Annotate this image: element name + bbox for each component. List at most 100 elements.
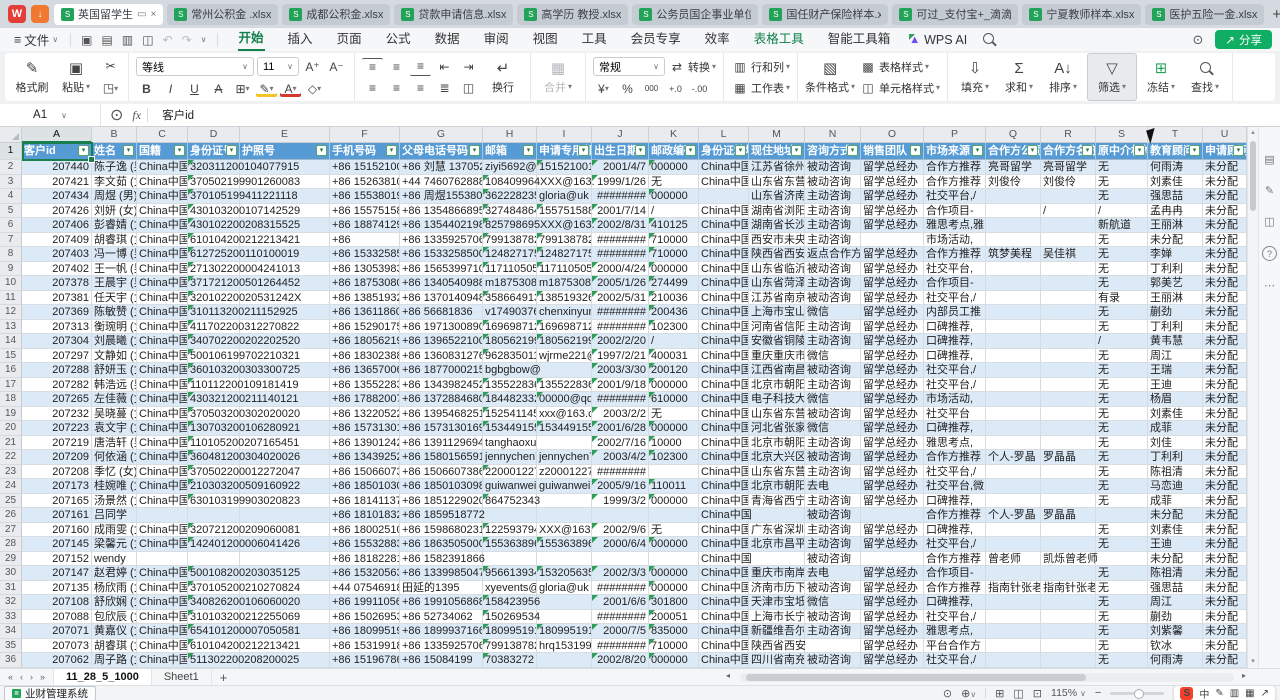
cell-P22[interactable]: 合作方推荐 [924,450,986,465]
document-tab-3[interactable]: S成都公积金.xlsx [282,4,390,25]
cell-O30[interactable]: 留学总经办 [861,566,924,581]
cell-N20[interactable]: 微信 [805,421,861,436]
align-center-icon[interactable]: ≡ [386,80,407,97]
cell-U4[interactable]: 未分配 [1203,189,1247,204]
ribbon-tab-公式[interactable]: 公式 [385,29,412,50]
cell-D9[interactable]: 271302200004241013 [188,262,240,277]
first-sheet-icon[interactable]: « [8,672,13,682]
cell-Q33[interactable] [986,610,1041,625]
cell-H15[interactable]: 962835011 [483,349,537,364]
cell-K26[interactable] [649,508,699,523]
cell-D12[interactable]: 310113200211152925 [188,305,240,320]
cell-R24[interactable] [1041,479,1096,494]
cell-C30[interactable]: China中国 [137,566,188,581]
column-header-I[interactable]: I [537,127,592,143]
next-sheet-icon[interactable]: › [30,672,33,682]
cell-F30[interactable]: +86 15320563 [330,566,400,581]
cell-S23[interactable]: 无 [1096,465,1148,480]
cell-H32[interactable]: 158423956 [483,595,537,610]
cell-K2[interactable]: 000000 [649,160,699,175]
cell-B35[interactable]: 胡睿琪 (女 [92,639,137,654]
cell-T10[interactable]: 郭美艺 [1148,276,1203,291]
ribbon-tab-数据[interactable]: 数据 [434,29,461,50]
cell-K15[interactable]: 400031 [649,349,699,364]
cell-D18[interactable]: 430321200211140121 [188,392,240,407]
document-tab-6[interactable]: S公务员国企事业单位 [632,4,758,25]
cell-T35[interactable]: 钦冰 [1148,639,1203,654]
cell-F21[interactable]: +86 13901242 [330,436,400,451]
cell-K32[interactable]: 301800 [649,595,699,610]
cell-N28[interactable]: 主动咨询 [805,537,861,552]
cell-R2[interactable]: 亮哥留学 [1041,160,1096,175]
cell-J2[interactable]: 2001/4/7 [592,160,649,175]
cell-P19[interactable]: 社交平台 [924,407,986,422]
cell-P18[interactable]: 市场活动, [924,392,986,407]
cell-M6[interactable]: 湖南省长沙 [749,218,805,233]
cell-P35[interactable]: 平台合作方 [924,639,986,654]
cell-O27[interactable]: 留学总经办 [861,523,924,538]
cell-C10[interactable]: China中国 [137,276,188,291]
wps-logo-icon[interactable]: W [8,5,26,23]
filter-dropdown-icon[interactable]: ▾ [1134,145,1145,156]
cell-F31[interactable]: +44 07546918 [330,581,400,596]
cell-N32[interactable]: 微信 [805,595,861,610]
row-header-18[interactable]: 18 [0,392,22,407]
horizontal-scroll-thumb[interactable] [746,674,1086,681]
cell-L25[interactable]: China中国 [699,494,749,509]
cell-F16[interactable]: +86 13657006 [330,363,400,378]
name-box[interactable]: A1∨ [0,104,101,126]
header-cell-I1[interactable]: 申请专用邮箱▾ [537,143,592,160]
cell-P30[interactable]: 合作项目- [924,566,986,581]
cell-P20[interactable]: 口碑推荐, [924,421,986,436]
cell-S34[interactable]: 无 [1096,624,1148,639]
close-tab-icon[interactable]: × [150,9,156,20]
share-button[interactable]: ↗ 分享 [1215,30,1272,49]
cell-I33[interactable] [537,610,592,625]
cell-O24[interactable]: 留学总经办 [861,479,924,494]
cell-B8[interactable]: 冯一博 (男 [92,247,137,262]
cell-U21[interactable]: 未分配 [1203,436,1247,451]
cell-G33[interactable]: +86 52734062 [400,610,483,625]
cell-B7[interactable]: 胡睿琪 (女 [92,233,137,248]
cell-C9[interactable]: China中国 [137,262,188,277]
cell-J5[interactable]: 2001/7/14 [592,204,649,219]
sogou-logo-icon[interactable]: S [1180,687,1193,700]
redo-icon[interactable]: ↷ [182,33,192,47]
row-header-12[interactable]: 12 [0,305,22,320]
split-icon[interactable]: ◫ [1264,215,1274,228]
cell-R22[interactable]: 罗晶晶 [1041,450,1096,465]
cell-C36[interactable]: China中国 [137,653,188,668]
cell-H16[interactable]: bgbgbow@ [483,363,537,378]
cell-C5[interactable]: China中国 [137,204,188,219]
cell-H7[interactable]: 799138782 [483,233,537,248]
cell-Q30[interactable] [986,566,1041,581]
cell-A27[interactable]: 207160 [22,523,92,538]
cell-K10[interactable]: 274499 [649,276,699,291]
cell-S30[interactable]: 无 [1096,566,1148,581]
cell-A25[interactable]: 207165 [22,494,92,509]
cell-Q16[interactable] [986,363,1041,378]
cell-U3[interactable]: 未分配 [1203,175,1247,190]
cell-D31[interactable]: 370105200210270824 [188,581,240,596]
cell-R21[interactable] [1041,436,1096,451]
filter-dropdown-icon[interactable]: ▾ [1233,145,1244,156]
ime-pen-icon[interactable]: ✎ [1215,688,1223,699]
cell-I24[interactable]: guiwanwei [537,479,592,494]
increase-decimal-icon[interactable]: +.0 [665,80,686,97]
cell-T16[interactable]: 王瑞 [1148,363,1203,378]
header-cell-S1[interactable]: 原中介机构▾ [1096,143,1148,160]
cell-K21[interactable]: 10000 [649,436,699,451]
cell-M17[interactable]: 北京市朝阳 [749,378,805,393]
filter-button[interactable]: ▽ 筛选▾ [1087,53,1137,101]
cell-B2[interactable]: 陈子逸 (男 [92,160,137,175]
cell-U19[interactable]: 未分配 [1203,407,1247,422]
cell-A9[interactable]: 207402 [22,262,92,277]
column-header-D[interactable]: D [188,127,240,143]
cell-O28[interactable]: 留学总经办 [861,537,924,552]
cell-Q11[interactable] [986,291,1041,306]
cell-U14[interactable]: 未分配 [1203,334,1247,349]
cell-F27[interactable]: +86 18002510 [330,523,400,538]
cell-P27[interactable]: 口碑推荐, [924,523,986,538]
cell-K17[interactable]: 000000 [649,378,699,393]
cell-J10[interactable]: 2005/1/26 [592,276,649,291]
